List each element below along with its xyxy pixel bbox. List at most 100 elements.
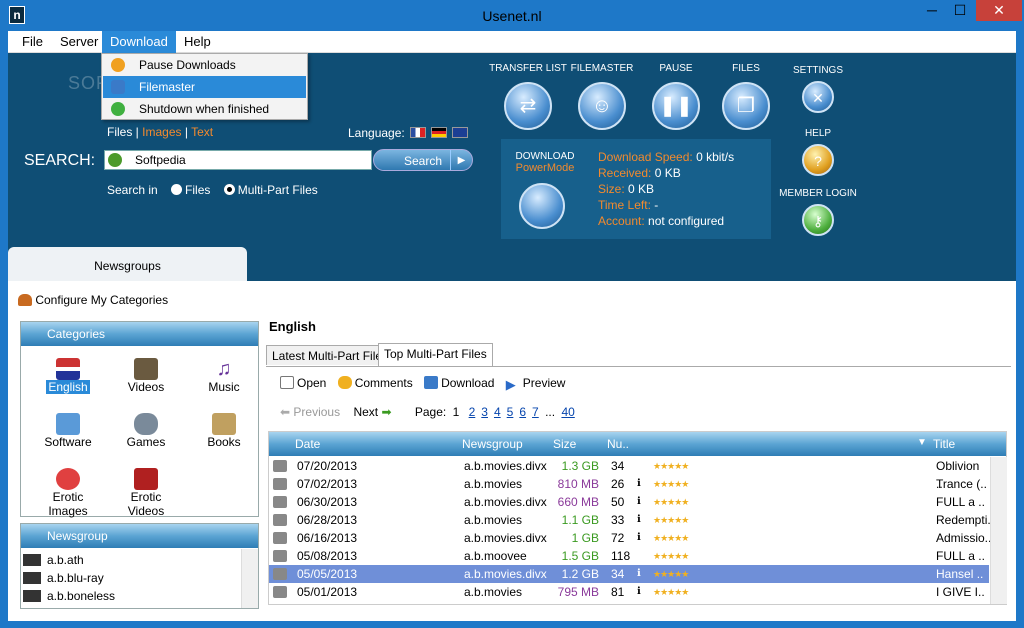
tab-latest-multipart[interactable]: Latest Multi-Part Files <box>266 345 395 365</box>
help-button[interactable]: HELP ? <box>788 128 848 176</box>
transfer-list-label: TRANSFER LIST <box>489 63 567 74</box>
table-row[interactable]: 05/08/2013 a.b.moovee 1.5 GB 118 ★★★★★ FULL a… <box>269 547 989 565</box>
page-link[interactable]: 6 <box>519 405 526 419</box>
flag-french-icon[interactable] <box>410 127 426 138</box>
pause-button[interactable]: PAUSE ❚❚ <box>646 63 706 130</box>
radio-files[interactable] <box>171 184 183 195</box>
grid-scrollbar[interactable] <box>990 457 1007 604</box>
account-label: Account: <box>598 214 645 228</box>
files-icon: ❐ <box>722 82 770 130</box>
table-row[interactable]: 06/28/2013 a.b.movies 1.1 GB 33 ℹ ★★★★★ Redemp… <box>269 511 994 529</box>
category-english[interactable]: English <box>33 358 103 394</box>
link-images[interactable]: Images <box>142 125 181 139</box>
col-size[interactable]: Size <box>553 437 576 451</box>
page-link[interactable]: 3 <box>481 405 488 419</box>
table-row[interactable]: 06/16/2013 a.b.movies.divx 1 GB 72 ℹ ★★★★★ Adm… <box>269 529 991 547</box>
category-erotic-images[interactable]: Erotic Images <box>33 468 103 518</box>
newsgroup-scrollbar[interactable] <box>241 549 258 608</box>
tools-icon: ✕ <box>802 81 834 113</box>
link-files[interactable]: Files <box>107 125 132 139</box>
info-icon[interactable]: ℹ <box>637 565 641 583</box>
category-books[interactable]: Books <box>189 413 259 449</box>
row-number: 34 <box>611 459 625 473</box>
tab-top-multipart[interactable]: Top Multi-Part Files <box>378 343 493 366</box>
col-title[interactable]: Title <box>933 437 955 451</box>
menu-help[interactable]: Help <box>176 31 219 53</box>
category-books-label: Books <box>207 435 241 449</box>
newsgroup-item[interactable]: a.b.ath <box>23 551 84 569</box>
configure-categories-link[interactable]: Configure My Categories <box>18 293 168 307</box>
newsgroup-item[interactable]: a.b.boneless <box>23 587 115 605</box>
info-icon[interactable]: ℹ <box>637 529 641 547</box>
open-button[interactable]: Open <box>280 376 326 390</box>
row-size: 1 GB <box>571 531 599 545</box>
member-login-button[interactable]: MEMBER LOGIN ⚷ <box>778 188 858 236</box>
info-icon[interactable]: ℹ <box>637 475 641 493</box>
category-games[interactable]: Games <box>111 413 181 449</box>
search-button[interactable]: Search ▶ <box>373 149 473 171</box>
file-status-icon <box>273 478 287 490</box>
settings-button[interactable]: SETTINGS ✕ <box>788 65 848 113</box>
file-status-icon <box>273 586 287 598</box>
newsgroup-item-label: a.b.blu-ray <box>47 571 104 585</box>
files-label: FILES <box>732 63 760 74</box>
category-software[interactable]: Software <box>33 413 103 449</box>
rating-stars: ★★★★★ <box>653 461 689 471</box>
filemaster-button[interactable]: FILEMASTER ☺ <box>568 63 636 130</box>
link-text[interactable]: Text <box>191 125 213 139</box>
page-link[interactable]: 2 <box>469 405 476 419</box>
close-button[interactable]: ✕ <box>976 0 1022 21</box>
row-title: I GIVE I.. <box>936 585 985 599</box>
menu-server[interactable]: Server <box>52 31 106 53</box>
search-arrow-icon[interactable]: ▶ <box>450 150 472 170</box>
radio-multipart[interactable] <box>223 184 235 195</box>
speedometer-icon[interactable] <box>519 183 565 229</box>
table-row[interactable]: 05/01/2013 a.b.movies 795 MB 81 ℹ ★★★★★ I GIVE… <box>269 583 989 601</box>
files-grid: Date Newsgroup Size Nu.. ▼ Title 07/20/2… <box>268 431 1007 605</box>
globe-icon[interactable] <box>108 153 122 167</box>
search-input[interactable]: Softpedia <box>104 150 372 170</box>
menu-item-pause-downloads[interactable]: Pause Downloads <box>103 54 306 76</box>
category-videos[interactable]: Videos <box>111 358 181 394</box>
page-link[interactable]: 5 <box>507 405 514 419</box>
lips-icon <box>56 468 80 490</box>
download-button[interactable]: Download <box>424 376 494 390</box>
sort-down-icon[interactable]: ▼ <box>917 437 927 448</box>
info-icon[interactable]: ℹ <box>637 493 641 511</box>
info-icon[interactable]: ℹ <box>637 511 641 529</box>
table-row[interactable]: 05/05/2013 a.b.movies.divx 1.2 GB 34 ℹ ★★★★★ H… <box>269 565 989 583</box>
comments-button[interactable]: Comments <box>337 376 413 390</box>
search-label: SEARCH: <box>24 152 96 169</box>
previous-button[interactable]: ⬅ Previous <box>280 405 340 419</box>
next-button[interactable]: Next ➡ <box>353 405 391 419</box>
transfer-list-button[interactable]: TRANSFER LIST ⇄ <box>488 63 568 130</box>
flag-german-icon[interactable] <box>431 127 447 138</box>
table-row[interactable]: 07/20/2013 a.b.movies.divx 1.3 GB 34 ★★★★★ Ob… <box>269 457 989 491</box>
tab-newsgroups[interactable]: Newsgroups <box>8 247 247 281</box>
menu-item-shutdown[interactable]: Shutdown when finished <box>103 98 306 120</box>
page-link-last[interactable]: 40 <box>561 405 574 419</box>
category-erotic-videos[interactable]: Erotic Videos <box>111 468 181 518</box>
col-number[interactable]: Nu.. <box>607 437 629 451</box>
category-games-label: Games <box>126 435 166 449</box>
flag-uk-icon[interactable] <box>452 127 468 138</box>
minimize-button[interactable]: ─ <box>918 0 946 21</box>
menu-download[interactable]: Download <box>102 31 176 53</box>
col-date[interactable]: Date <box>295 437 320 451</box>
page-link[interactable]: 4 <box>494 405 501 419</box>
files-button[interactable]: FILES ❐ <box>716 63 776 130</box>
window-border-right <box>1016 31 1024 628</box>
menu-item-filemaster[interactable]: Filemaster <box>103 76 306 98</box>
category-english-label: English <box>46 380 90 394</box>
maximize-button[interactable]: ☐ <box>946 0 974 21</box>
preview-button[interactable]: ▶ Preview <box>506 376 566 391</box>
category-music[interactable]: ♫ Music <box>189 358 259 394</box>
col-newsgroup[interactable]: Newsgroup <box>462 437 523 451</box>
menu-file[interactable]: File <box>14 31 51 53</box>
table-row[interactable]: 06/30/2013 a.b.movies.divx 660 MB 50 ℹ ★★★★★ F… <box>269 493 989 511</box>
page-current: 1 <box>452 405 460 419</box>
page-link[interactable]: 7 <box>532 405 539 419</box>
info-icon[interactable]: ℹ <box>637 583 641 601</box>
newsgroup-item[interactable]: a.b.blu-ray <box>23 569 104 587</box>
table-row[interactable]: 07/02/2013 a.b.movies 810 MB 26 ℹ ★★★★★ Trance… <box>269 475 989 493</box>
